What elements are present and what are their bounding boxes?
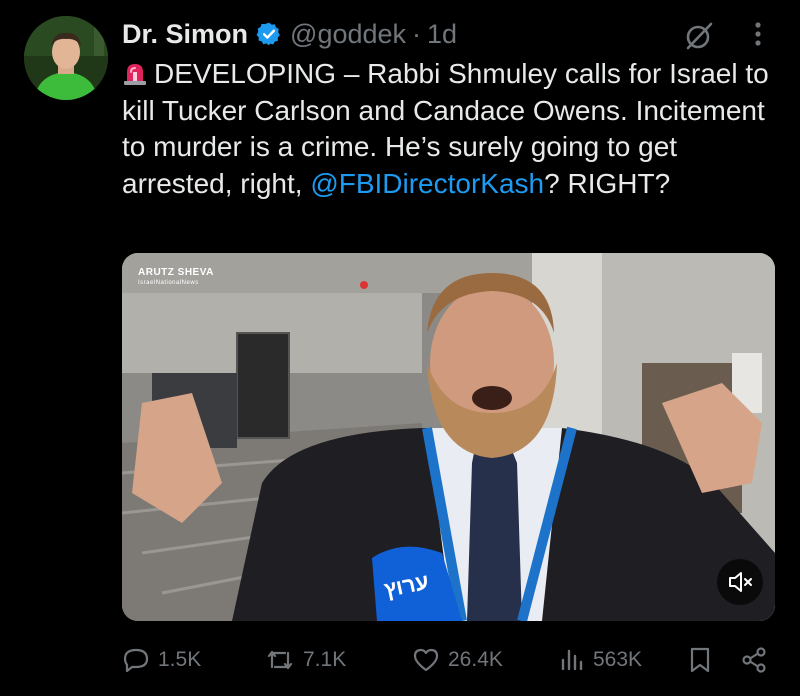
video-watermark: ARUTZ SHEVA IsraelNationalNews <box>138 267 214 289</box>
tweet-card[interactable]: Dr. Simon @goddek · 1d DEVELOPING – Rabb… <box>0 0 800 696</box>
more-options-icon[interactable] <box>748 18 768 50</box>
repost-count: 7.1K <box>303 648 347 671</box>
bookmark-button[interactable] <box>688 640 720 680</box>
bookmark-icon <box>690 647 710 673</box>
grok-icon[interactable] <box>683 20 715 52</box>
mention-link[interactable]: @FBIDirectorKash <box>310 168 544 199</box>
video-player[interactable]: ARUTZ SHEVA IsraelNationalNews ערוץ <box>122 253 775 621</box>
watermark-subtitle: IsraelNationalNews <box>138 280 199 286</box>
views-button[interactable]: 563K <box>559 640 642 680</box>
avatar[interactable] <box>24 16 108 100</box>
speaker-muted-icon <box>729 572 752 592</box>
header-separator: · <box>412 18 422 49</box>
share-button[interactable] <box>740 640 776 680</box>
watermark-title: ARUTZ SHEVA <box>138 267 214 278</box>
verified-badge-icon <box>256 22 280 46</box>
repost-icon <box>267 650 293 670</box>
tweet-action-bar: 1.5K 7.1K 26.4K 563K <box>122 640 772 680</box>
tweet-text-part2: ? RIGHT? <box>544 167 671 199</box>
reply-button[interactable]: 1.5K <box>122 640 201 680</box>
reply-count: 1.5K <box>158 648 202 671</box>
author-handle[interactable]: @goddek <box>290 19 406 50</box>
tweet-timestamp[interactable]: 1d <box>427 19 457 50</box>
tweet-header: Dr. Simon @goddek · 1d <box>122 14 457 54</box>
like-button[interactable]: 26.4K <box>412 640 503 680</box>
repost-button[interactable]: 7.1K <box>265 640 346 680</box>
video-frame <box>122 253 775 621</box>
reply-icon <box>123 648 149 673</box>
like-count: 26.4K <box>448 648 503 671</box>
view-count: 563K <box>593 648 643 671</box>
author-display-name[interactable]: Dr. Simon <box>122 19 248 50</box>
share-icon <box>742 647 766 673</box>
views-chart-icon <box>561 649 583 671</box>
mute-toggle-button[interactable] <box>717 559 763 605</box>
heart-icon <box>413 648 439 672</box>
tweet-body: DEVELOPING – Rabbi Shmuley calls for Isr… <box>122 56 772 202</box>
police-siren-icon <box>124 64 146 85</box>
